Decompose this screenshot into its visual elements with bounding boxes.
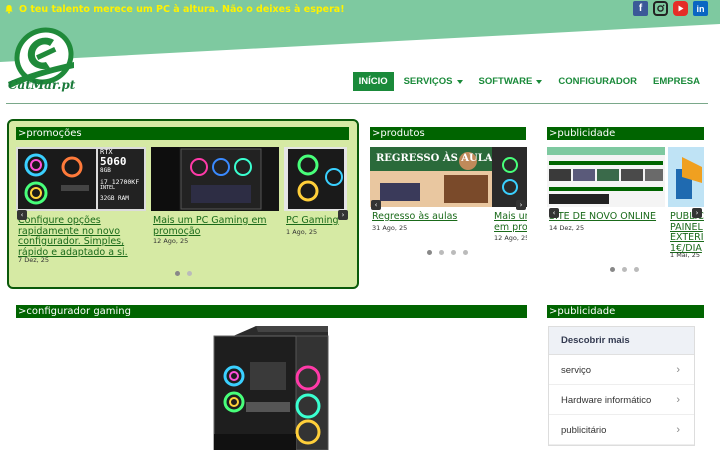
gaming-pc-image xyxy=(492,147,527,207)
discover-item-servico[interactable]: serviço › xyxy=(549,355,694,385)
nav-servicos-label: SERVIÇOS xyxy=(403,76,453,87)
promo-card-3-image xyxy=(284,147,347,211)
produtos-prev-arrow[interactable]: ‹ xyxy=(371,200,381,210)
promo-card-1-specs: RTX 5060 8GB i7 12700KF INTEL 32GB RAM xyxy=(100,149,146,202)
product-card-2-title[interactable]: Mais um PC Gaming em promoção xyxy=(494,211,527,233)
social-links: f in xyxy=(633,1,708,16)
ad-card-2-date: 1 Mai, 25 xyxy=(670,251,701,259)
publicidade-next-arrow[interactable]: › xyxy=(692,208,702,218)
produtos-next-arrow[interactable]: › xyxy=(516,200,526,210)
youtube-icon[interactable] xyxy=(673,1,688,16)
promo-card-3[interactable]: PC Gaming 1 Ago, 25 xyxy=(284,147,347,267)
ad-card-1[interactable]: SITE DE NOVO ONLINE 14 Dez, 25 xyxy=(547,147,665,247)
discover-panel: Descobrir mais serviço › Hardware inform… xyxy=(548,326,695,446)
carousel-dot[interactable] xyxy=(451,250,456,255)
publicidade-prev-arrow[interactable]: ‹ xyxy=(549,208,559,218)
carousel-dot[interactable] xyxy=(439,250,444,255)
section-header-configurador: >configurador gaming xyxy=(16,305,527,318)
nav-software-label: SOFTWARE xyxy=(478,76,533,87)
promo-card-1-title[interactable]: Configure opções rapidamente no novo con… xyxy=(18,215,146,258)
section-header-produtos: >produtos xyxy=(370,127,526,140)
chevron-down-icon xyxy=(456,79,463,84)
promo-card-2-image xyxy=(151,147,279,211)
carousel-dot[interactable] xyxy=(175,271,180,276)
discover-item-publicitario[interactable]: publicitário › xyxy=(549,415,694,445)
carousel-dot[interactable] xyxy=(622,267,627,272)
announcement-text: O teu talento merece um PC à altura. Não… xyxy=(19,3,345,15)
ad-card-1-image xyxy=(547,147,665,207)
promo-next-arrow[interactable]: › xyxy=(338,210,348,220)
promo-prev-arrow[interactable]: ‹ xyxy=(17,210,27,220)
product-card-1-title[interactable]: Regresso às aulas xyxy=(372,211,492,223)
instagram-glyph xyxy=(657,4,665,12)
product-card-2[interactable]: Mais um PC Gaming em promoção 12 Ago, 25 xyxy=(492,147,527,247)
nav-configurador-label: CONFIGURADOR xyxy=(558,76,638,87)
ad-card-2[interactable]: PUBLICIDADE PAINEL EXTERIOR 1€/DIA 1 Mai… xyxy=(668,147,704,262)
spec-5060: 5060 xyxy=(100,155,127,168)
promo-card-1-date: 7 Dez, 25 xyxy=(18,256,50,264)
product-card-1-date: 31 Ago, 25 xyxy=(372,224,408,232)
discover-item-label: serviço xyxy=(561,365,592,376)
discover-header: Descobrir mais xyxy=(549,327,694,355)
produtos-carousel-dots xyxy=(427,250,468,255)
nav-configurador[interactable]: CONFIGURADOR xyxy=(552,72,643,91)
nav-empresa[interactable]: EMPRESA xyxy=(647,72,706,91)
chevron-down-icon xyxy=(536,79,543,84)
main-nav: INÍCIO SERVIÇOS SOFTWARE CONFIGURADOR EM… xyxy=(349,72,706,91)
nav-empresa-label: EMPRESA xyxy=(653,76,700,87)
spec-ram: 32GB RAM xyxy=(100,194,129,202)
chevron-right-icon: › xyxy=(676,394,680,406)
ad-card-2-title[interactable]: PUBLICIDADE PAINEL EXTERIOR 1€/DIA xyxy=(670,211,704,254)
section-header-publicidade-2: >publicidade xyxy=(547,305,704,318)
configurador-pc-image[interactable] xyxy=(210,322,335,450)
discover-item-label: publicitário xyxy=(561,425,607,436)
nav-inicio-label: INÍCIO xyxy=(358,76,388,87)
promo-card-2-date: 12 Ago, 25 xyxy=(153,237,189,245)
ad-card-2-image xyxy=(668,147,704,207)
carousel-dot[interactable] xyxy=(634,267,639,272)
facebook-icon[interactable]: f xyxy=(633,1,648,16)
promo-card-1[interactable]: RTX 5060 8GB i7 12700KF INTEL 32GB RAM C… xyxy=(16,147,146,267)
promo-card-2[interactable]: Mais um PC Gaming em promoção 12 Ago, 25 xyxy=(151,147,279,267)
bell-icon xyxy=(5,5,13,14)
carousel-dot[interactable] xyxy=(427,250,432,255)
section-header-promocoes: >promoções xyxy=(16,127,349,140)
carousel-dot[interactable] xyxy=(610,267,615,272)
instagram-icon[interactable] xyxy=(653,1,668,16)
nav-software[interactable]: SOFTWARE xyxy=(473,72,549,91)
discover-item-hardware[interactable]: Hardware informático › xyxy=(549,385,694,415)
ad-card-1-title[interactable]: SITE DE NOVO ONLINE xyxy=(549,211,665,223)
chevron-right-icon: › xyxy=(676,424,680,436)
promo-card-3-date: 1 Ago, 25 xyxy=(286,228,318,236)
outdoor-panel-image xyxy=(668,147,704,207)
linkedin-icon[interactable]: in xyxy=(693,1,708,16)
announcement: O teu talento merece um PC à altura. Não… xyxy=(4,2,345,16)
website-screenshot-image xyxy=(547,147,665,207)
gaming-pc-image xyxy=(284,147,347,211)
logo-wordmark[interactable]: CatMar.pt xyxy=(8,78,75,92)
youtube-glyph xyxy=(678,5,684,12)
header-divider xyxy=(6,103,708,104)
spec-8gb: 8GB xyxy=(100,167,111,174)
promo-carousel-dots xyxy=(175,271,192,276)
publicidade-carousel-dots xyxy=(610,267,639,272)
product-card-2-date: 12 Ago, 25 xyxy=(494,234,527,242)
chevron-right-icon: › xyxy=(676,364,680,376)
product-card-1-banner: REGRESSO ÀS AULAS xyxy=(376,153,492,164)
discover-item-label: Hardware informático xyxy=(561,395,652,406)
product-card-2-image xyxy=(492,147,527,207)
section-header-publicidade: >publicidade xyxy=(547,127,704,140)
ad-card-1-date: 14 Dez, 25 xyxy=(549,224,585,232)
spec-intel: INTEL xyxy=(100,184,116,191)
nav-inicio[interactable]: INÍCIO xyxy=(352,72,394,91)
promo-card-2-title[interactable]: Mais um PC Gaming em promoção xyxy=(153,215,279,237)
nav-servicos[interactable]: SERVIÇOS xyxy=(398,72,469,91)
gaming-pc-image xyxy=(151,147,279,211)
product-card-1[interactable]: REGRESSO ÀS AULAS Regresso às aulas 31 A… xyxy=(370,147,492,247)
carousel-dot[interactable] xyxy=(187,271,192,276)
carousel-dot[interactable] xyxy=(463,250,468,255)
